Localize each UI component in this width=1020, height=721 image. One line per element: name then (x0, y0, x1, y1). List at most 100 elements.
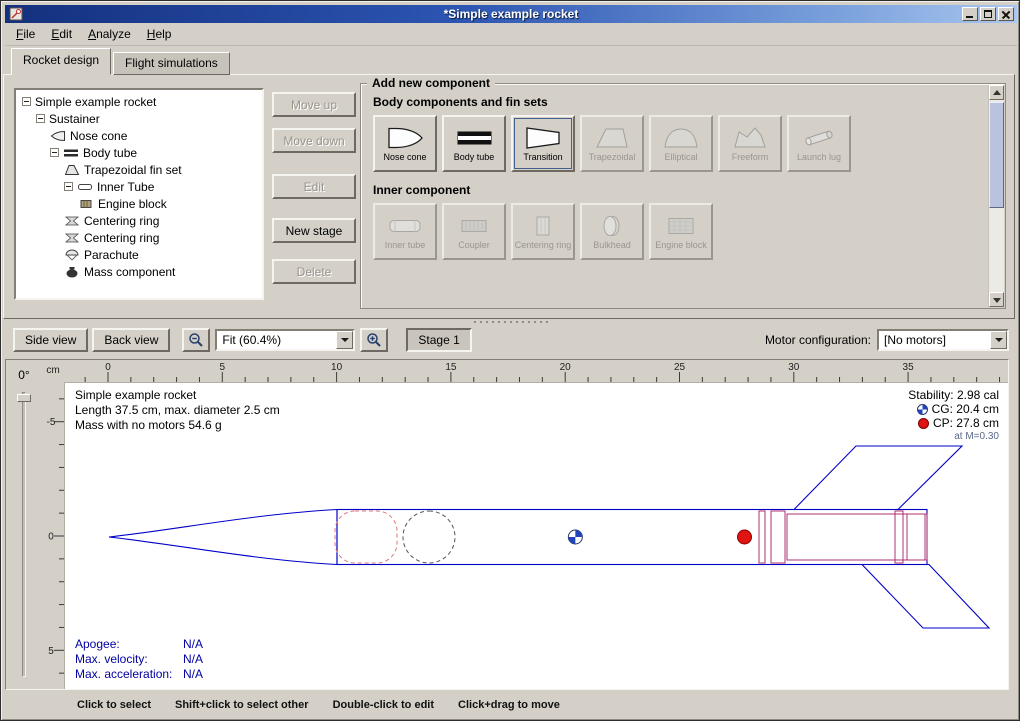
flight-data: Apogee:N/AMax. velocity:N/AMax. accelera… (75, 637, 203, 682)
window-title: *Simple example rocket (5, 7, 1017, 21)
tree-expander-icon[interactable] (36, 114, 45, 123)
add-launch-lug-button[interactable]: Launch lug (787, 115, 851, 172)
tree-item-body-tube[interactable]: Body tube (18, 144, 260, 161)
nose-cone-icon (385, 125, 425, 151)
tree-item-label: Centering ring (84, 231, 159, 245)
component-button-row: Inner tube Coupler Centering ringBulkheadE… (373, 203, 1005, 260)
add-coupler-button[interactable]: Coupler (442, 203, 506, 260)
add-trapezoidal-button[interactable]: Trapezoidal (580, 115, 644, 172)
component-button-label: Body tube (454, 152, 495, 162)
centeringring-icon (64, 215, 80, 227)
tree-item-inner-tube[interactable]: Inner Tube (18, 178, 260, 195)
zoom-out-icon (188, 332, 204, 348)
stage-1-toggle[interactable]: Stage 1 (406, 328, 471, 352)
tree-item-sustainer[interactable]: Sustainer (18, 110, 260, 127)
tree-item-centering-ring[interactable]: Centering ring (18, 212, 260, 229)
stability-info: Stability: 2.98 cal CG: 20.4 cm CP: 27.8… (908, 388, 999, 444)
back-view-button[interactable]: Back view (92, 328, 170, 352)
add-bulkhead-button[interactable]: Bulkhead (580, 203, 644, 260)
add-engine-block-button[interactable]: Engine block (649, 203, 713, 260)
mass-icon (64, 266, 80, 278)
menu-help[interactable]: Help (139, 24, 180, 44)
slider-handle[interactable] (17, 394, 31, 402)
add-elliptical-button[interactable]: Elliptical (649, 115, 713, 172)
horizontal-ruler: 05101520253035 (64, 360, 1008, 382)
rocket-drawing[interactable]: Simple example rocket Length 37.5 cm, ma… (64, 382, 1008, 689)
zoom-in-button[interactable] (360, 328, 388, 352)
tree-item-mass-component[interactable]: Mass component (18, 263, 260, 280)
bodytube-icon (63, 147, 79, 159)
component-button-label: Coupler (458, 240, 490, 250)
section-label-body-components-and-fin-sets: Body components and fin sets (373, 95, 1005, 109)
tree-expander-icon[interactable] (50, 148, 59, 157)
tab-flight-simulations[interactable]: Flight simulations (113, 52, 230, 75)
zoom-select-arrow[interactable] (336, 331, 353, 349)
edit-button[interactable]: Edit (272, 174, 356, 199)
launch-lug-icon (799, 125, 839, 151)
motor-config-value: [No motors] (879, 332, 990, 348)
svg-text:15: 15 (445, 362, 457, 373)
add-nose-cone-button[interactable]: Nose cone (373, 115, 437, 172)
tree-item-parachute[interactable]: Parachute (18, 246, 260, 263)
tree-expander-icon[interactable] (22, 97, 31, 106)
maximize-button[interactable] (980, 7, 996, 21)
component-button-label: Nose cone (383, 152, 426, 162)
zoom-select[interactable]: Fit (60.4%) (215, 329, 355, 351)
add-centering-ring-button[interactable]: Centering ring (511, 203, 575, 260)
rotation-slider[interactable] (17, 392, 31, 677)
side-view-button[interactable]: Side view (13, 328, 88, 352)
app-icon[interactable] (9, 7, 23, 21)
add-component-title: Add new component (367, 76, 495, 90)
nosecone-icon (50, 130, 66, 142)
motor-config-select[interactable]: [No motors] (877, 329, 1009, 351)
tree-expander-icon[interactable] (64, 182, 73, 191)
tree-item-trapezoidal-fin-set[interactable]: Trapezoidal fin set (18, 161, 260, 178)
rotation-control: 0° (6, 360, 42, 689)
move-up-button[interactable]: Move up (272, 92, 356, 117)
fin-lower (862, 565, 989, 629)
component-scrollbar[interactable] (988, 85, 1004, 307)
svg-text:20: 20 (560, 362, 572, 373)
tree-item-simple-example-rocket[interactable]: Simple example rocket (18, 93, 260, 110)
fin-freeform-icon (730, 125, 770, 151)
tab-rocket-design[interactable]: Rocket design (11, 48, 111, 75)
menu-bar: FileEditAnalyzeHelp (5, 23, 1017, 46)
innertube-icon (77, 181, 93, 193)
delete-button[interactable]: Delete (272, 259, 356, 284)
tree-item-label: Mass component (84, 265, 175, 279)
menu-edit[interactable]: Edit (43, 24, 80, 44)
new-stage-button[interactable]: New stage (272, 218, 356, 243)
move-down-button[interactable]: Move down (272, 128, 356, 153)
add-inner-tube-button[interactable]: Inner tube (373, 203, 437, 260)
component-tree[interactable]: Simple example rocketSustainerNose cone B… (14, 88, 264, 300)
status-hint: Shift+click to select other (175, 699, 309, 711)
rocket-dimensions: Length 37.5 cm, max. diameter 2.5 cm (75, 403, 280, 418)
tab-strip: Rocket designFlight simulations (11, 48, 232, 75)
flight-row-apogee-: Apogee:N/A (75, 637, 203, 652)
bulkhead-icon (592, 213, 632, 239)
action-buttons: Move up Move down Edit New stage Delete (272, 92, 356, 304)
title-bar[interactable]: *Simple example rocket (5, 5, 1017, 23)
svg-text:5: 5 (48, 646, 54, 657)
tree-item-engine-block[interactable]: Engine block (18, 195, 260, 212)
menu-file[interactable]: File (8, 24, 43, 44)
tree-item-centering-ring[interactable]: Centering ring (18, 229, 260, 246)
menu-analyze[interactable]: Analyze (80, 24, 139, 44)
add-body-tube-button[interactable]: Body tube (442, 115, 506, 172)
tree-item-nose-cone[interactable]: Nose cone (18, 127, 260, 144)
maximize-icon (984, 10, 992, 18)
tree-item-label: Body tube (83, 146, 137, 160)
zoom-out-button[interactable] (182, 328, 210, 352)
scroll-up-button[interactable] (989, 85, 1004, 100)
close-button[interactable] (998, 7, 1014, 21)
scrollbar-thumb[interactable] (989, 102, 1004, 208)
scroll-down-button[interactable] (989, 292, 1004, 307)
motor-config-arrow[interactable] (990, 331, 1007, 349)
mass-component-outline (403, 511, 455, 563)
add-transition-button[interactable]: Transition (511, 115, 575, 172)
add-freeform-button[interactable]: Freeform (718, 115, 782, 172)
component-button-label: Transition (523, 152, 562, 162)
component-button-row: Nose cone Body tube Transition TrapezoidalE… (373, 115, 1005, 172)
fin-upper (794, 446, 962, 510)
minimize-button[interactable] (962, 7, 978, 21)
